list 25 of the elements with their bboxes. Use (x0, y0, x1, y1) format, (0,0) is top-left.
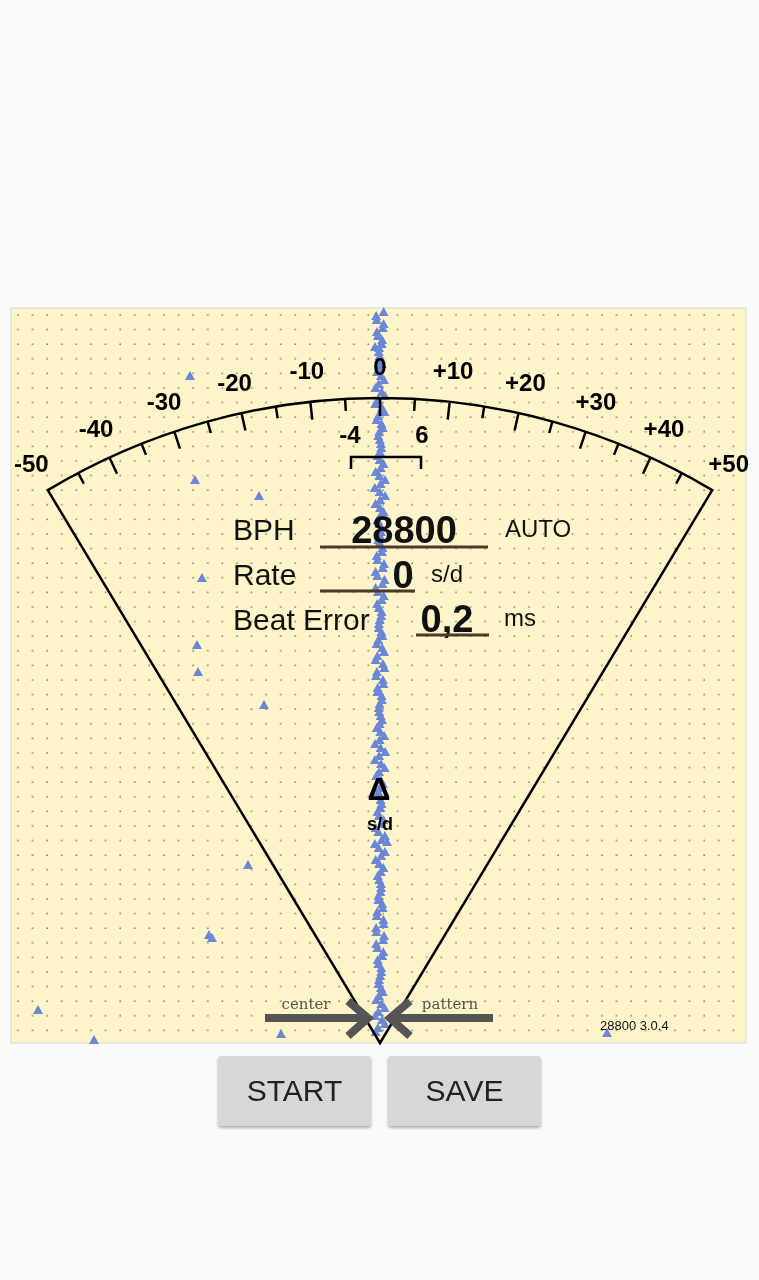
scale-label: +50 (708, 449, 750, 477)
action-button[interactable]: SAVE (388, 1056, 541, 1126)
version-label: 28800 3.0.4 (600, 1018, 669, 1033)
scale-label: -20 (217, 368, 252, 396)
scale-label: 6 (415, 421, 429, 448)
scale-label: +30 (575, 388, 617, 416)
readout-label: Rate (233, 558, 297, 591)
readout-label: Beat Error (233, 603, 370, 636)
readout-value: 0,2 (420, 598, 474, 640)
marker-label: center (281, 995, 331, 1013)
readout-unit: ms (504, 604, 536, 631)
scale-label: +20 (505, 368, 546, 396)
readout-unit: s/d (431, 560, 463, 587)
scale-label: +40 (643, 415, 685, 443)
scale-label: -40 (78, 415, 114, 443)
scale-label: -30 (146, 388, 182, 416)
action-button[interactable]: START (218, 1056, 371, 1126)
readout-unit: AUTO (505, 515, 572, 542)
scale-label: +10 (432, 356, 474, 384)
readout-label: BPH (233, 513, 295, 546)
scale-label: -4 (339, 421, 361, 448)
marker-label: pattern (421, 995, 479, 1013)
scale-label: -10 (289, 356, 325, 384)
readout-value: 0 (392, 554, 414, 596)
scale-label: -50 (14, 449, 49, 477)
